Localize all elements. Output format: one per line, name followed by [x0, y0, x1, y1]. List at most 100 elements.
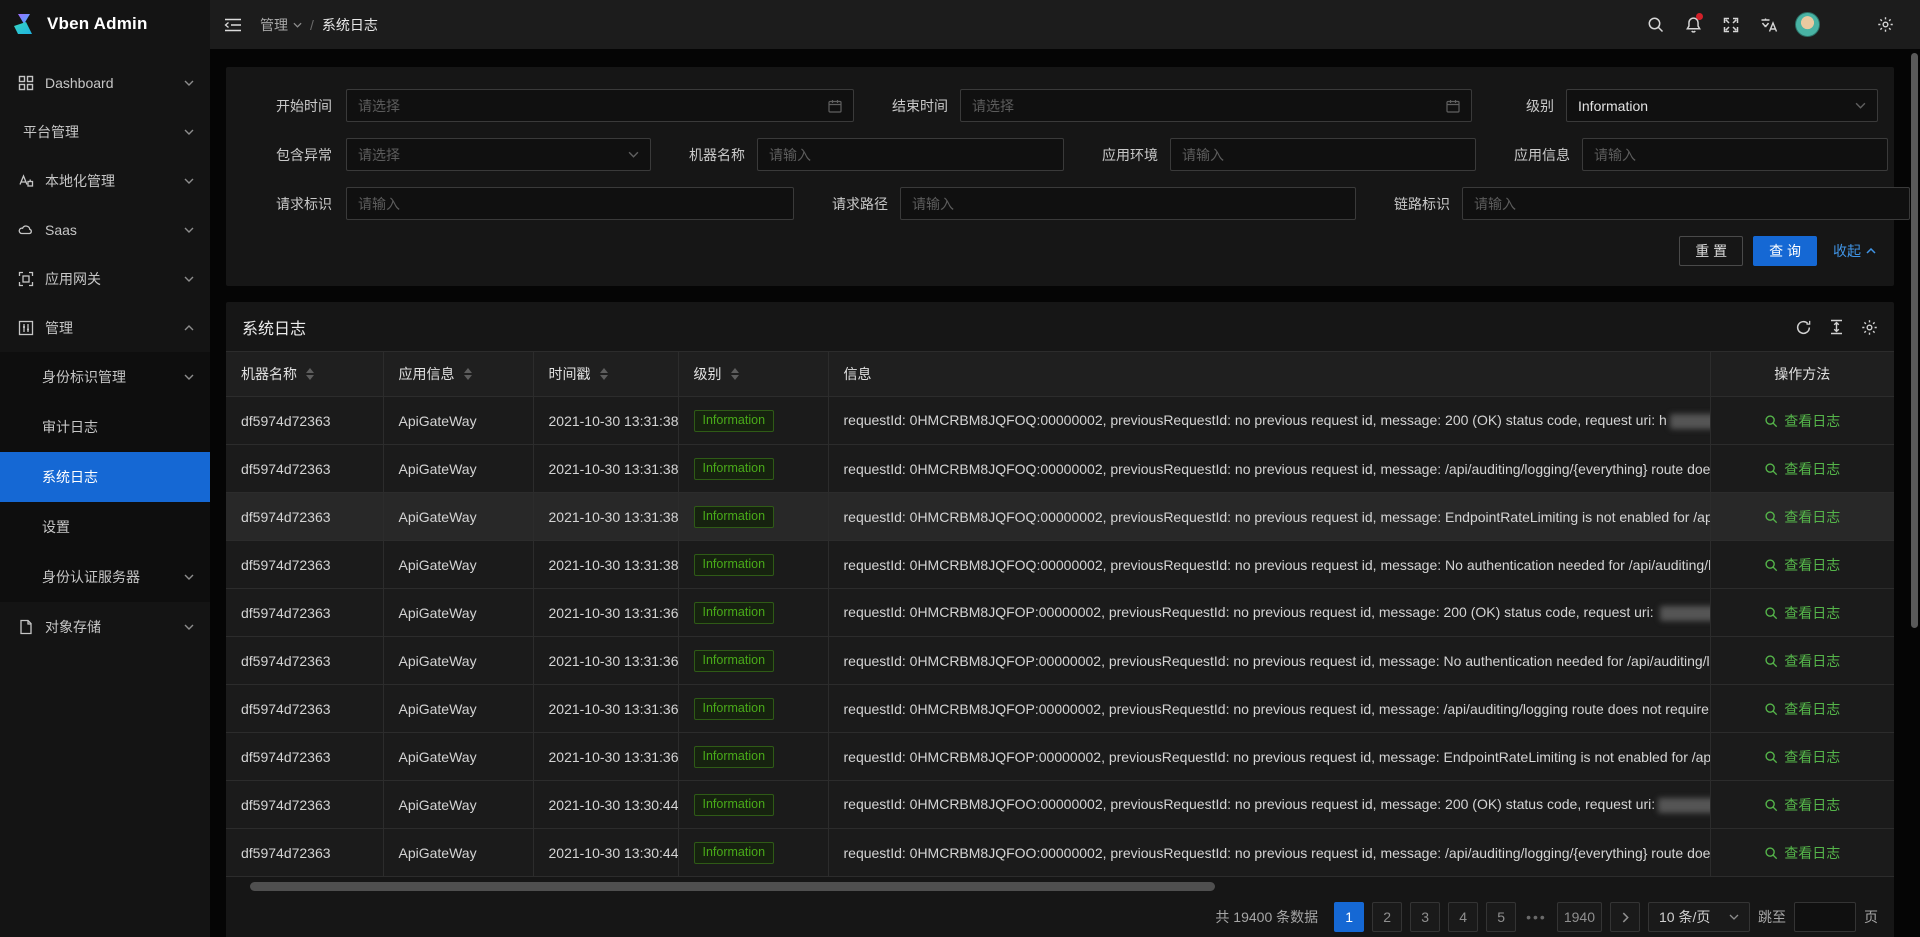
page-button-4[interactable]: 4: [1448, 902, 1478, 932]
sidebar-item-localization[interactable]: 本地化管理: [0, 156, 210, 205]
column-settings-icon[interactable]: [1861, 319, 1878, 336]
sidebar-item-identity-management[interactable]: 身份标识管理: [0, 352, 210, 402]
search-icon: [1764, 798, 1778, 812]
chevron-down-icon: [293, 22, 302, 28]
pagination: 共 19400 条数据 1 2 3 4 5 ••• 1940 10 条/页 跳至: [226, 894, 1894, 937]
column-header-message: 信息: [828, 352, 1710, 397]
sidebar: Vben Admin Dashboard 平台管理: [0, 0, 210, 937]
jump-page-input[interactable]: [1794, 902, 1856, 932]
jump-label: 跳至: [1758, 907, 1786, 927]
chevron-down-icon: [184, 129, 194, 135]
view-log-link[interactable]: 查看日志: [1764, 699, 1840, 719]
table-row: df5974d72363ApiGateWay2021-10-30 13:31:3…: [226, 637, 1894, 685]
level-badge: Information: [694, 794, 775, 816]
column-header-timestamp[interactable]: 时间戳: [533, 352, 678, 397]
sidebar-item-label: 本地化管理: [45, 171, 173, 191]
vertical-scrollbar-thumb[interactable]: [1911, 53, 1918, 628]
view-log-link[interactable]: 查看日志: [1764, 555, 1840, 575]
end-time-input[interactable]: 请选择: [960, 89, 1472, 122]
fullscreen-icon[interactable]: [1714, 1, 1748, 49]
request-id-input[interactable]: 请输入: [346, 187, 794, 220]
storage-icon: [17, 618, 34, 635]
collapse-toggle[interactable]: 收起: [1833, 241, 1876, 261]
level-value: Information: [1578, 98, 1648, 114]
page-button-3[interactable]: 3: [1410, 902, 1440, 932]
topbar: 管理 / 系统日志: [210, 0, 1920, 49]
bell-icon[interactable]: [1676, 1, 1710, 49]
sidebar-menu: Dashboard 平台管理 本地化管理: [0, 48, 210, 651]
sort-icon[interactable]: [464, 368, 472, 380]
avatar[interactable]: [1790, 1, 1824, 49]
page-button-1[interactable]: 1: [1334, 902, 1364, 932]
sidebar-item-label: 系统日志: [42, 467, 194, 487]
app-logo[interactable]: Vben Admin: [0, 0, 210, 48]
app-info-input[interactable]: 请输入: [1582, 138, 1888, 171]
menu-fold-icon[interactable]: [224, 17, 242, 33]
dashboard-icon: [17, 74, 34, 91]
notification-dot: [1696, 13, 1703, 20]
level-label: 级别: [1526, 96, 1554, 116]
column-header-machine[interactable]: 机器名称: [226, 352, 383, 397]
view-log-link[interactable]: 查看日志: [1764, 843, 1840, 863]
view-log-link[interactable]: 查看日志: [1764, 459, 1840, 479]
view-log-link[interactable]: 查看日志: [1764, 603, 1840, 623]
table-row: df5974d72363ApiGateWay2021-10-30 13:30:4…: [226, 781, 1894, 829]
level-badge: Information: [694, 410, 775, 432]
translate-icon[interactable]: [1752, 1, 1786, 49]
gear-icon[interactable]: [1868, 1, 1902, 49]
view-log-link[interactable]: 查看日志: [1764, 651, 1840, 671]
sidebar-item-auth-server[interactable]: 身份认证服务器: [0, 552, 210, 602]
refresh-icon[interactable]: [1795, 319, 1812, 336]
page-button-2[interactable]: 2: [1372, 902, 1402, 932]
row-height-icon[interactable]: [1829, 319, 1844, 335]
page-button-5[interactable]: 5: [1486, 902, 1516, 932]
redacted-text: [1670, 414, 1710, 429]
sidebar-item-system-logs[interactable]: 系统日志: [0, 452, 210, 502]
avatar-image: [1795, 12, 1820, 37]
breadcrumb-section[interactable]: 管理: [260, 15, 302, 35]
level-select[interactable]: Information: [1566, 89, 1878, 122]
pagination-ellipsis[interactable]: •••: [1524, 909, 1549, 925]
search-icon: [1764, 654, 1778, 668]
gateway-icon: [17, 270, 34, 287]
horizontal-scrollbar-thumb[interactable]: [250, 882, 1215, 891]
sort-icon[interactable]: [731, 368, 739, 380]
view-log-link[interactable]: 查看日志: [1764, 795, 1840, 815]
reset-button[interactable]: 重 置: [1679, 236, 1743, 266]
pagination-total: 共 19400 条数据: [1215, 907, 1318, 927]
machine-name-input[interactable]: 请输入: [757, 138, 1064, 171]
has-exception-select[interactable]: 请选择: [346, 138, 651, 171]
column-header-level[interactable]: 级别: [678, 352, 828, 397]
sidebar-item-label: Saas: [45, 222, 173, 238]
sidebar-item-settings[interactable]: 设置: [0, 502, 210, 552]
next-page-button[interactable]: [1610, 902, 1640, 932]
view-log-link[interactable]: 查看日志: [1764, 747, 1840, 767]
sidebar-item-object-storage[interactable]: 对象存储: [0, 602, 210, 651]
query-button[interactable]: 查 询: [1753, 236, 1817, 266]
sidebar-item-audit-logs[interactable]: 审计日志: [0, 402, 210, 452]
redacted-text: [1660, 606, 1710, 621]
request-id-label: 请求标识: [242, 194, 332, 214]
page-size-select[interactable]: 10 条/页: [1648, 902, 1750, 932]
sidebar-item-platform[interactable]: 平台管理: [0, 107, 210, 156]
start-time-input[interactable]: 请选择: [346, 89, 854, 122]
search-icon[interactable]: [1638, 1, 1672, 49]
sidebar-item-saas[interactable]: Saas: [0, 205, 210, 254]
search-icon: [1764, 750, 1778, 764]
sidebar-item-gateway[interactable]: 应用网关: [0, 254, 210, 303]
page-content: 开始时间 请选择 结束时间 请选择 级别 Information: [210, 49, 1920, 937]
view-log-link[interactable]: 查看日志: [1764, 507, 1840, 527]
sort-icon[interactable]: [600, 368, 608, 380]
end-time-label: 结束时间: [872, 96, 948, 116]
placeholder-text: 请输入: [1182, 145, 1224, 165]
page-button-last[interactable]: 1940: [1557, 902, 1602, 932]
request-path-input[interactable]: 请输入: [900, 187, 1356, 220]
start-time-label: 开始时间: [242, 96, 332, 116]
trace-id-input[interactable]: 请输入: [1462, 187, 1910, 220]
sort-icon[interactable]: [306, 368, 314, 380]
sidebar-item-management[interactable]: 管理: [0, 303, 210, 352]
app-env-input[interactable]: 请输入: [1170, 138, 1476, 171]
sidebar-item-dashboard[interactable]: Dashboard: [0, 58, 210, 107]
column-header-app-info[interactable]: 应用信息: [383, 352, 533, 397]
view-log-link[interactable]: 查看日志: [1764, 411, 1840, 431]
